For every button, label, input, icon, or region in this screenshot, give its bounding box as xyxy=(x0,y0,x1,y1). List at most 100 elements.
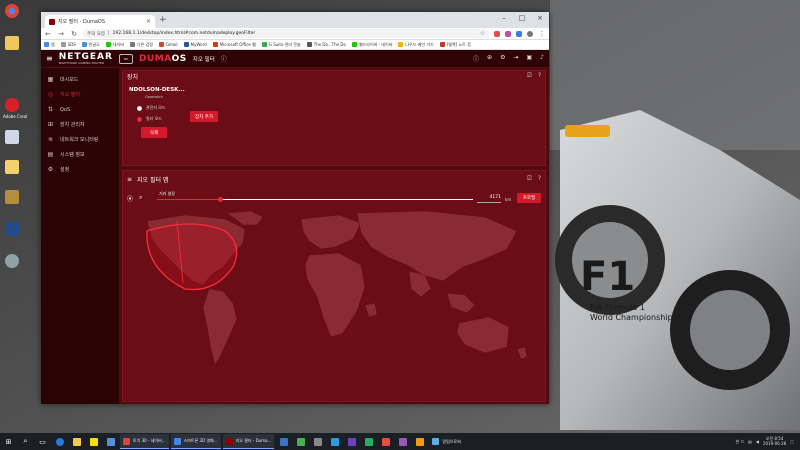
app-icon[interactable] xyxy=(345,435,359,449)
new-tab-icon[interactable]: + xyxy=(159,15,167,25)
desktop-icon-file[interactable] xyxy=(3,34,21,52)
bookmark-star-icon[interactable]: ☆ xyxy=(480,30,485,37)
app-icon[interactable] xyxy=(277,435,291,449)
sidebar-item-settings[interactable]: ⚙ 설정 xyxy=(41,162,119,177)
explorer-icon[interactable] xyxy=(70,435,84,449)
bookmark-item[interactable]: The Do...The Do xyxy=(306,42,346,47)
distance-input[interactable]: 4171 xyxy=(477,195,501,203)
panel-help-icon[interactable]: ? xyxy=(538,72,541,80)
globe-icon[interactable]: ⊕ xyxy=(487,54,492,63)
sidebar-item-qos[interactable]: ⇅ QoS xyxy=(41,102,119,117)
close-window-icon[interactable]: × xyxy=(531,12,549,24)
bookmark-item[interactable]: SDS xyxy=(60,42,76,47)
sidebar-item-network-monitor[interactable]: ≋ 네트워크 모니터링 xyxy=(41,132,119,147)
reload-icon[interactable]: ↻ xyxy=(70,30,78,38)
desktop-icon-folder[interactable] xyxy=(3,158,21,176)
app-icon[interactable] xyxy=(328,435,342,449)
pin-icon[interactable]: ⎚ xyxy=(527,72,532,80)
bell-icon[interactable]: ♪ xyxy=(540,54,544,63)
tray-text: 한 ㅁ xyxy=(735,438,745,444)
bookmark-item[interactable]: Microsoft Office 웹 xyxy=(212,42,256,48)
clock[interactable]: 오전 8:54 2019-06-28 xyxy=(763,436,786,447)
app-icon[interactable] xyxy=(413,435,427,449)
extension-icon[interactable] xyxy=(516,30,522,37)
bookmark-item[interactable]: [텔렉] 노트 정 xyxy=(439,42,471,48)
bookmark-item[interactable]: MyWord xyxy=(183,42,207,47)
add-device-button[interactable]: 장치 추가 xyxy=(190,111,218,122)
address-bar: ← → ↻ 주의 요함 | 192.168.1.1/desktop/index.… xyxy=(41,28,549,40)
extension-icon[interactable] xyxy=(494,30,500,37)
menu-hamburger-icon[interactable]: ≡ xyxy=(46,54,53,63)
kakao-icon[interactable] xyxy=(87,435,101,449)
distance-slider[interactable] xyxy=(157,197,473,202)
pin-icon[interactable]: ⎚ xyxy=(527,175,532,183)
gear-icon[interactable]: ⚙ xyxy=(500,54,505,63)
search-icon[interactable]: ⌕ xyxy=(19,435,33,449)
network-icon[interactable]: ▤ xyxy=(748,439,752,444)
taskbar-app[interactable]: 지오 필터 - Duma... xyxy=(222,434,275,449)
geo-panel-title: 지오 필터 맵 xyxy=(137,176,169,184)
minimize-icon[interactable]: – xyxy=(495,12,513,24)
back-icon[interactable]: ← xyxy=(44,30,52,38)
bookmark-item[interactable]: 웹드라이버 - 네이버 xyxy=(351,42,392,48)
url-input[interactable]: 주의 요함 | 192.168.1.1/desktop/index.html#c… xyxy=(83,29,489,38)
desktop-icon-game[interactable] xyxy=(3,188,21,206)
extension-icon[interactable] xyxy=(505,30,511,37)
bookmark-item[interactable]: G Suite 관리 콘솔 xyxy=(261,42,301,48)
tab-strip: 지오 필터 - DumaOS × + – □ × xyxy=(41,12,549,28)
desktop-icon-tool[interactable] xyxy=(3,220,21,238)
browser-tab-active[interactable]: 지오 필터 - DumaOS × xyxy=(45,15,155,28)
sidebar-item-device-manager[interactable]: ⊞ 장치 관리자 xyxy=(41,117,119,132)
task-view-icon[interactable]: ▭ xyxy=(36,435,50,449)
account-icon[interactable]: ▣ xyxy=(526,54,532,63)
help-icon[interactable]: ⓘ xyxy=(221,54,227,63)
sidebar-item-geo-filter[interactable]: ◎ 지오 필터 xyxy=(41,87,119,102)
bookmarks-bar: 앱 SDS 한글도 네이버 다른 검정 Gmail MyWord Microsoft Offi… xyxy=(41,40,549,50)
taskbar-app[interactable]: 스마트폰 3D 영화... xyxy=(170,434,221,449)
profile-avatar[interactable] xyxy=(527,30,533,37)
bookmark-item[interactable]: 네이버 xyxy=(105,42,124,48)
desktop-icon-chrome[interactable] xyxy=(3,2,21,20)
bookmark-item[interactable]: 한글도 xyxy=(81,42,100,48)
app-icon[interactable] xyxy=(311,435,325,449)
info-icon[interactable]: ⓘ xyxy=(473,54,479,63)
taskbar-app-extra[interactable]: 알림으로써 xyxy=(429,434,463,449)
location-pin-icon[interactable]: ⦿ xyxy=(127,194,133,203)
logout-icon[interactable]: ⇥ xyxy=(513,54,518,63)
search-icon[interactable]: ⌕ xyxy=(139,194,142,202)
volume-icon[interactable]: ◀ xyxy=(756,439,759,444)
app-icon[interactable] xyxy=(294,435,308,449)
windows-start-icon[interactable]: ⊞ xyxy=(2,435,16,449)
sidebar-item-system-info[interactable]: ▤ 시스템 정보 xyxy=(41,147,119,162)
maximize-icon[interactable]: □ xyxy=(513,12,531,24)
desktop-icon-adobe[interactable]: Adobe Creat... xyxy=(3,96,27,119)
app-icon[interactable] xyxy=(362,435,376,449)
delete-button[interactable]: 삭제 xyxy=(141,127,167,138)
sidebar-item-dashboard[interactable]: ▦ 대시보드 xyxy=(41,72,119,87)
desktop-icon-doc[interactable] xyxy=(3,128,21,146)
app-icon[interactable] xyxy=(104,435,118,449)
panel-help-icon[interactable]: ? xyxy=(538,175,541,183)
app-icon[interactable] xyxy=(396,435,410,449)
tab-close-icon[interactable]: × xyxy=(146,18,151,25)
taskbar-app[interactable]: 토익 30 - 네이버... xyxy=(120,434,169,449)
desktop-icon-app[interactable] xyxy=(3,252,21,270)
bookmark-item[interactable]: Gmail xyxy=(158,42,178,47)
ie-icon[interactable] xyxy=(53,435,67,449)
world-map[interactable] xyxy=(125,209,545,401)
bookmark-item[interactable]: 다른 검정 xyxy=(129,42,153,48)
devices-panel: 장치 ⎚ ? NDOLSON-DESK... Geomatch 관전자 모드 필… xyxy=(122,70,546,166)
list-icon[interactable]: ≡ xyxy=(127,176,132,183)
forward-icon[interactable]: → xyxy=(57,30,65,38)
bookmark-item[interactable]: 앱 xyxy=(44,42,55,48)
profile-button[interactable]: 프로필 xyxy=(517,193,541,203)
f1-logo-graphic: F1 xyxy=(580,254,635,300)
menu-kebab-icon[interactable]: ⋮ xyxy=(538,30,546,38)
app-icon[interactable] xyxy=(379,435,393,449)
bookmark-item[interactable]: 나우드 메인 가기 xyxy=(398,42,434,48)
slider-handle[interactable] xyxy=(217,197,223,202)
radio-spectate[interactable]: 관전자 모드 xyxy=(137,105,166,111)
notification-icon[interactable]: ▢ xyxy=(790,439,794,444)
distance-unit: km xyxy=(505,197,512,202)
radio-filter[interactable]: 필터 모드 xyxy=(137,116,162,122)
